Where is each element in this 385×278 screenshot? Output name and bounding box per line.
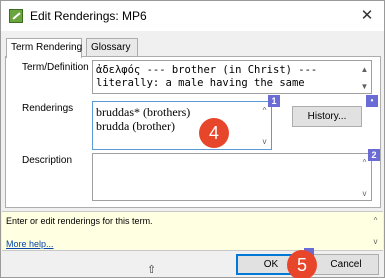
edit-renderings-dialog: Edit Renderings: MP6 ✕ Term Rendering Gl… xyxy=(0,0,385,278)
renderings-field[interactable]: bruddas* (brothers) brudda (brother) ^ v xyxy=(92,101,272,150)
history-button[interactable]: History... xyxy=(292,106,362,127)
description-field[interactable]: ^ v xyxy=(92,153,372,201)
scroll-down-icon[interactable]: ▼ xyxy=(360,82,369,91)
scroll-up-icon[interactable]: ▲ xyxy=(360,65,369,74)
help-scrollbar[interactable]: ^ v xyxy=(369,212,382,250)
renderings-help-badge[interactable]: 1 xyxy=(268,95,280,107)
term-rendering-panel: Term/Definition ἀδελφός --- brother (in … xyxy=(5,56,381,208)
more-help-link[interactable]: More help... xyxy=(6,239,54,249)
step-5-callout: 5 xyxy=(287,250,317,278)
description-help-badge[interactable]: 2 xyxy=(368,149,380,161)
title-bar: Edit Renderings: MP6 ✕ xyxy=(1,1,384,31)
pointer-cursor-icon: ⇧ xyxy=(147,264,157,276)
close-button[interactable]: ✕ xyxy=(354,3,380,29)
help-panel: Enter or edit renderings for this term. … xyxy=(2,211,383,251)
help-text: Enter or edit renderings for this term. xyxy=(6,216,153,226)
scroll-down-icon[interactable]: v xyxy=(360,189,369,198)
app-pencil-icon xyxy=(9,9,23,23)
rendering-line-1: bruddas* (brothers) xyxy=(96,105,191,119)
rendering-line-2: brudda (brother) xyxy=(96,119,175,133)
scroll-up-icon[interactable]: ^ xyxy=(371,216,380,225)
scroll-down-icon[interactable]: v xyxy=(371,237,380,246)
term-definition-scrollbar[interactable]: ▲ ▼ xyxy=(358,61,371,93)
term-definition-field[interactable]: ἀδελφός --- brother (in Christ) --- lite… xyxy=(92,60,372,94)
window-title: Edit Renderings: MP6 xyxy=(30,9,147,23)
renderings-label: Renderings xyxy=(22,103,74,114)
tab-term-rendering[interactable]: Term Rendering xyxy=(6,38,82,58)
term-definition-line-2: literally: a male having the same xyxy=(96,77,305,89)
term-definition-label: Term/Definition xyxy=(22,62,89,73)
tab-glossary[interactable]: Glossary xyxy=(86,38,138,57)
cancel-button[interactable]: Cancel xyxy=(313,254,379,275)
step-4-callout: 4 xyxy=(199,118,229,148)
term-definition-line-1: ἀδελφός --- brother (in Christ) --- xyxy=(96,64,318,76)
history-help-badge[interactable]: • xyxy=(366,95,378,107)
renderings-scrollbar[interactable]: ^ v xyxy=(258,102,271,149)
scroll-up-icon[interactable]: ^ xyxy=(260,106,269,115)
scroll-down-icon[interactable]: v xyxy=(260,137,269,146)
description-label: Description xyxy=(22,155,73,166)
